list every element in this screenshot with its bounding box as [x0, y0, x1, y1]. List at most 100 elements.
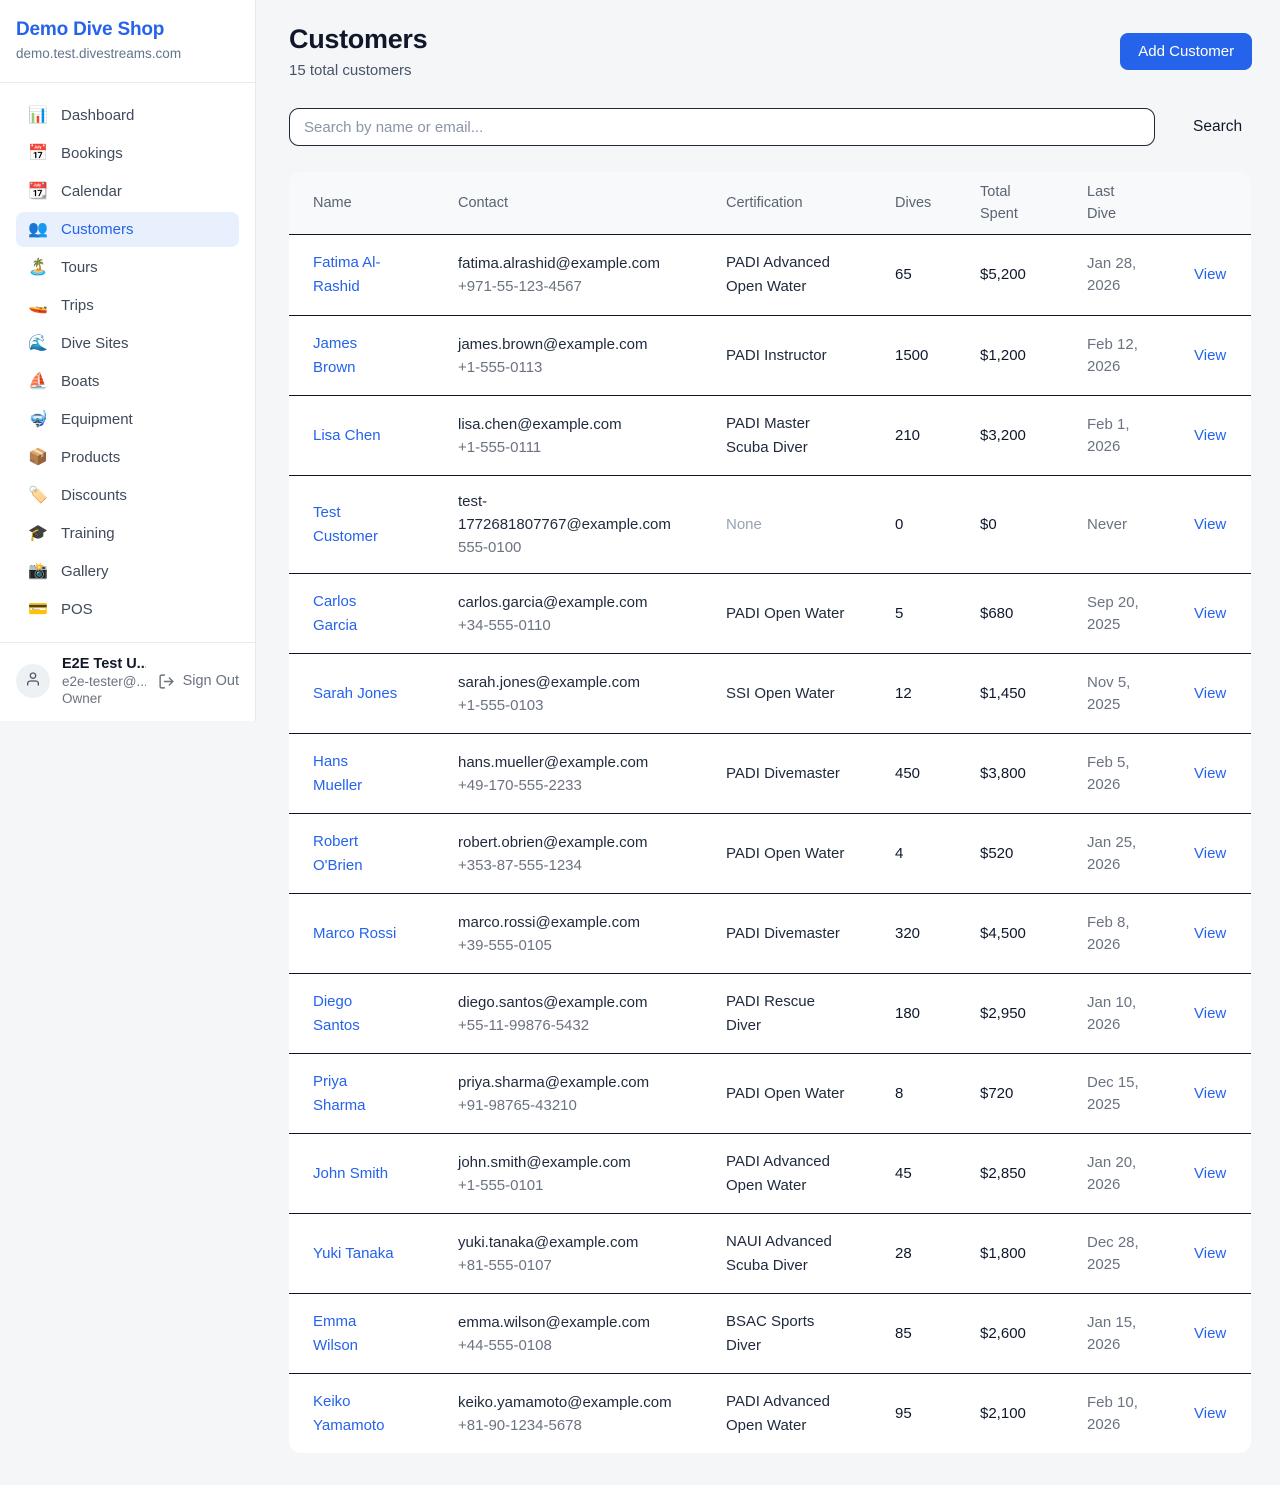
- sidebar-item-calendar[interactable]: 📆 Calendar: [16, 174, 239, 209]
- table-row: Priya Sharma priya.sharma@example.com +9…: [289, 1053, 1251, 1133]
- customer-total-spent: $3,800: [980, 748, 1087, 800]
- customer-total-spent: $2,950: [980, 988, 1087, 1040]
- customer-name-link[interactable]: Emma Wilson: [313, 1310, 399, 1358]
- sidebar-item-dive-sites[interactable]: 🌊 Dive Sites: [16, 326, 239, 361]
- add-customer-button[interactable]: Add Customer: [1120, 33, 1252, 70]
- customer-name-link[interactable]: James Brown: [313, 332, 399, 380]
- search-button[interactable]: Search: [1183, 118, 1252, 136]
- customer-dives: 95: [895, 1388, 980, 1440]
- table-row: Carlos Garcia carlos.garcia@example.com …: [289, 573, 1251, 653]
- view-link[interactable]: View: [1194, 925, 1226, 942]
- table-row: James Brown james.brown@example.com +1-5…: [289, 315, 1251, 395]
- boats-icon: ⛵: [28, 374, 48, 390]
- customer-name-link[interactable]: Diego Santos: [313, 990, 399, 1038]
- customer-certification: SSI Open Water: [726, 668, 895, 720]
- customer-phone: +91-98765-43210: [458, 1094, 683, 1117]
- view-link[interactable]: View: [1194, 845, 1226, 862]
- dive-sites-icon: 🌊: [28, 336, 48, 352]
- search-bar: Search: [289, 108, 1252, 146]
- column-header-last-dive: Last Dive: [1087, 172, 1194, 234]
- view-link[interactable]: View: [1194, 1005, 1226, 1022]
- sidebar-item-label: Bookings: [61, 145, 123, 162]
- sidebar-item-tours[interactable]: 🏝️ Tours: [16, 250, 239, 285]
- customer-email: keiko.yamamoto@example.com: [458, 1391, 683, 1414]
- view-link[interactable]: View: [1194, 1405, 1226, 1422]
- sidebar-item-equipment[interactable]: 🤿 Equipment: [16, 402, 239, 437]
- sidebar-item-gallery[interactable]: 📸 Gallery: [16, 554, 239, 589]
- sidebar-item-training[interactable]: 🎓 Training: [16, 516, 239, 551]
- sidebar-item-boats[interactable]: ⛵ Boats: [16, 364, 239, 399]
- column-header-contact: Contact: [458, 183, 726, 223]
- customer-dives: 28: [895, 1228, 980, 1280]
- customer-last-dive: Jan 25, 2026: [1087, 818, 1194, 890]
- user-email: e2e-tester@...: [62, 674, 146, 689]
- customer-phone: +81-90-1234-5678: [458, 1414, 683, 1437]
- view-link[interactable]: View: [1194, 1325, 1226, 1342]
- sidebar-item-customers[interactable]: 👥 Customers: [16, 212, 239, 247]
- customer-last-dive: Dec 15, 2025: [1087, 1058, 1194, 1130]
- customer-name-link[interactable]: Robert O'Brien: [313, 830, 399, 878]
- view-link[interactable]: View: [1194, 1165, 1226, 1182]
- customer-name-link[interactable]: Hans Mueller: [313, 750, 399, 798]
- customer-last-dive: Feb 8, 2026: [1087, 898, 1194, 970]
- view-link[interactable]: View: [1194, 765, 1226, 782]
- customer-certification: NAUI Advanced Scuba Diver: [726, 1216, 895, 1292]
- view-link[interactable]: View: [1194, 1245, 1226, 1262]
- customer-name-link[interactable]: Fatima Al-Rashid: [313, 251, 399, 299]
- customer-certification: PADI Advanced Open Water: [726, 237, 895, 313]
- table-row: Diego Santos diego.santos@example.com +5…: [289, 973, 1251, 1053]
- customer-dives: 45: [895, 1148, 980, 1200]
- view-link[interactable]: View: [1194, 685, 1226, 702]
- customer-name-link[interactable]: Keiko Yamamoto: [313, 1390, 399, 1438]
- bookings-icon: 📅: [28, 146, 48, 162]
- view-link[interactable]: View: [1194, 347, 1226, 364]
- sidebar-item-pos[interactable]: 💳 POS: [16, 592, 239, 627]
- sidebar-item-products[interactable]: 📦 Products: [16, 440, 239, 475]
- pos-icon: 💳: [28, 602, 48, 618]
- view-link[interactable]: View: [1194, 427, 1226, 444]
- customer-name-link[interactable]: Test Customer: [313, 501, 399, 549]
- sidebar-item-bookings[interactable]: 📅 Bookings: [16, 136, 239, 171]
- products-icon: 📦: [28, 450, 48, 466]
- sidebar-item-label: Products: [61, 449, 120, 466]
- view-link[interactable]: View: [1194, 516, 1226, 533]
- customer-last-dive: Jan 15, 2026: [1087, 1298, 1194, 1370]
- customer-email: john.smith@example.com: [458, 1151, 683, 1174]
- customer-phone: +81-555-0107: [458, 1254, 683, 1277]
- view-link[interactable]: View: [1194, 1085, 1226, 1102]
- customer-last-dive: Never: [1087, 500, 1194, 550]
- sidebar-item-discounts[interactable]: 🏷️ Discounts: [16, 478, 239, 513]
- shop-title: Demo Dive Shop: [16, 19, 239, 41]
- customer-email: priya.sharma@example.com: [458, 1071, 683, 1094]
- customer-name-link[interactable]: Lisa Chen: [313, 424, 381, 448]
- table-row: Marco Rossi marco.rossi@example.com +39-…: [289, 893, 1251, 973]
- customer-name-link[interactable]: Yuki Tanaka: [313, 1242, 394, 1266]
- sign-out-button[interactable]: Sign Out: [158, 673, 239, 690]
- column-header-certification: Certification: [726, 183, 895, 223]
- customer-name-link[interactable]: John Smith: [313, 1162, 388, 1186]
- search-input[interactable]: [289, 108, 1155, 146]
- view-link[interactable]: View: [1194, 266, 1226, 283]
- sidebar-item-label: Calendar: [61, 183, 122, 200]
- customer-dives: 5: [895, 588, 980, 640]
- customer-name-link[interactable]: Sarah Jones: [313, 682, 397, 706]
- table-row: Hans Mueller hans.mueller@example.com +4…: [289, 733, 1251, 813]
- sidebar-item-trips[interactable]: 🚤 Trips: [16, 288, 239, 323]
- customer-dives: 450: [895, 748, 980, 800]
- customer-email: james.brown@example.com: [458, 333, 683, 356]
- customer-name-link[interactable]: Carlos Garcia: [313, 590, 399, 638]
- customer-email: carlos.garcia@example.com: [458, 591, 683, 614]
- customer-last-dive: Feb 5, 2026: [1087, 738, 1194, 810]
- customer-email: sarah.jones@example.com: [458, 671, 683, 694]
- view-link[interactable]: View: [1194, 605, 1226, 622]
- customer-email: diego.santos@example.com: [458, 991, 683, 1014]
- customers-table: NameContactCertificationDivesTotal Spent…: [289, 172, 1251, 1453]
- customer-phone: +1-555-0101: [458, 1174, 683, 1197]
- customer-total-spent: $1,800: [980, 1228, 1087, 1280]
- customer-dives: 8: [895, 1068, 980, 1120]
- customer-name-link[interactable]: Priya Sharma: [313, 1070, 399, 1118]
- customer-dives: 180: [895, 988, 980, 1040]
- trips-icon: 🚤: [28, 298, 48, 314]
- customer-name-link[interactable]: Marco Rossi: [313, 922, 396, 946]
- sidebar-item-dashboard[interactable]: 📊 Dashboard: [16, 98, 239, 133]
